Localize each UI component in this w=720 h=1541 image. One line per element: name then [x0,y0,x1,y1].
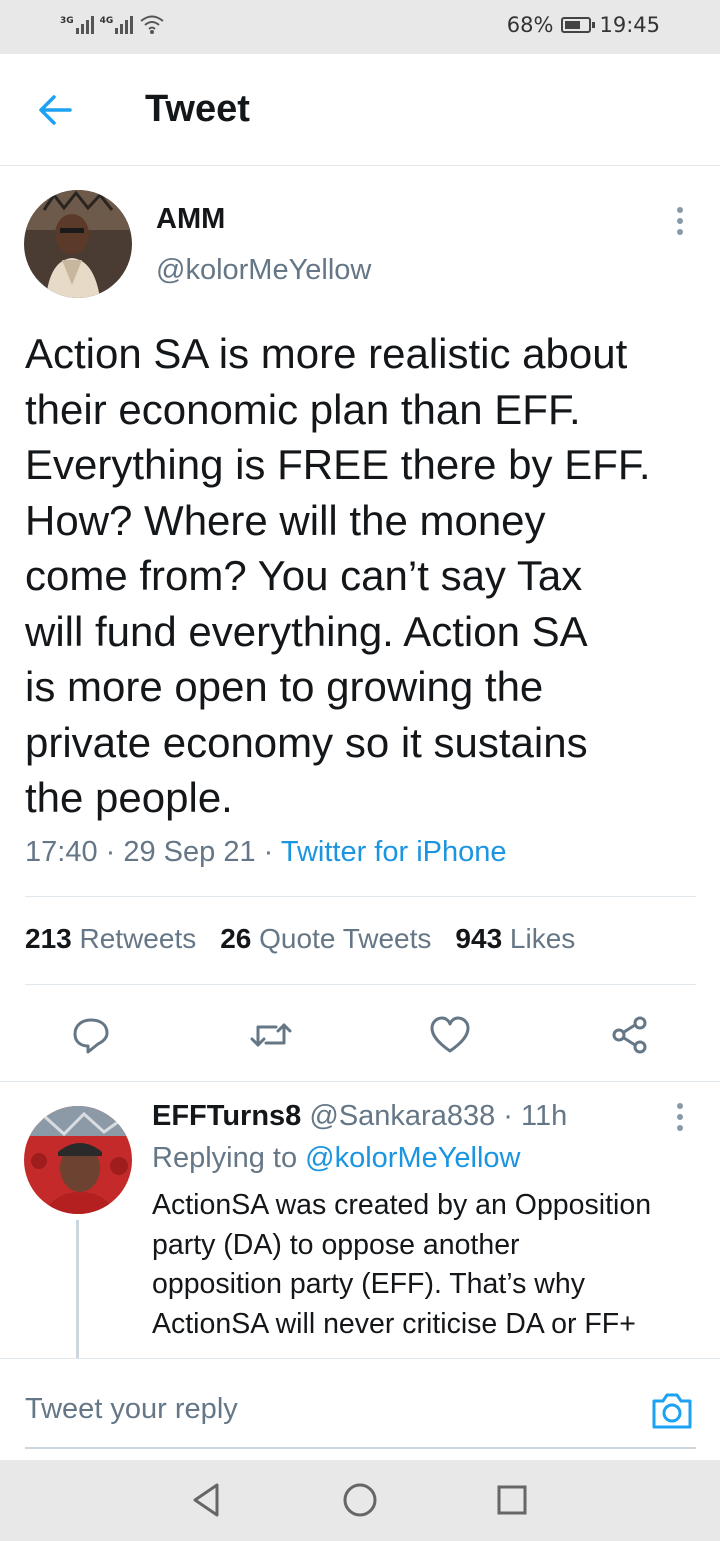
reply-author-avatar[interactable] [24,1106,132,1214]
wifi-icon [140,15,164,34]
page-title: Tweet [145,88,250,130]
reply-age: 11h [521,1100,568,1132]
author-name[interactable]: AMM [156,203,225,236]
thread-line [76,1220,79,1360]
retweet-icon [250,1023,292,1047]
signal-3g-icon: 3G [60,16,94,34]
reply-text: ActionSA was created by an Opposition pa… [152,1189,652,1340]
signal-4g-icon: 4G [100,16,134,34]
tweet-stats: 213 Retweets 26 Quote Tweets 943 Likes [25,923,575,955]
tweet-time: 17:40 [25,836,98,868]
compose-reply-bar: Tweet your reply [0,1358,720,1459]
likes-stat[interactable]: 943 Likes [455,923,575,955]
reply-button[interactable] [66,1010,116,1060]
divider [25,984,696,985]
reply-author-name[interactable]: EFFTurns8 [152,1100,301,1132]
share-button[interactable] [605,1010,655,1060]
nav-home-button[interactable] [338,1478,382,1522]
camera-button[interactable] [650,1389,694,1433]
replying-to: Replying to @kolorMeYellow [152,1142,521,1174]
author-handle[interactable]: @kolorMeYellow [156,254,371,287]
battery-percent: 68% [506,13,554,37]
reply-input[interactable]: Tweet your reply [25,1393,238,1426]
more-options-button[interactable] [665,199,695,243]
share-icon [612,1016,647,1054]
signal-indicators: 3G 4G [60,14,165,34]
tweet-text: Action SA is more realistic about their … [25,330,651,821]
author-avatar[interactable] [24,190,132,298]
square-recents-icon [497,1485,527,1515]
reply-author-handle[interactable]: @Sankara838 [309,1100,495,1132]
top-bar: Tweet [0,54,720,166]
replying-to-mention[interactable]: @kolorMeYellow [305,1142,520,1174]
like-button[interactable] [425,1010,475,1060]
divider [25,896,696,897]
section-divider [0,1081,720,1082]
back-button[interactable] [30,88,80,132]
triangle-back-icon [193,1483,219,1517]
status-bar: 3G 4G 68% 19:45 [0,0,720,54]
reply-input-underline [25,1447,696,1449]
status-right: 68% 19:45 [507,13,660,37]
retweet-button[interactable] [246,1010,296,1060]
like-icon [430,1016,470,1053]
arrow-left-icon [39,95,72,125]
tweet-actions [0,1010,720,1060]
quote-tweets-stat[interactable]: 26 Quote Tweets [220,923,431,955]
retweets-stat[interactable]: 213 Retweets [25,923,196,955]
nav-recents-button[interactable] [490,1478,534,1522]
system-nav-bar [0,1460,720,1541]
clock: 19:45 [599,13,660,37]
camera-icon [652,1393,692,1429]
nav-back-button[interactable] [184,1478,228,1522]
reply-more-options-button[interactable] [665,1095,695,1139]
tweet-source-link[interactable]: Twitter for iPhone [281,836,507,868]
reply-header: EFFTurns8 @Sankara838 · 11h [152,1100,568,1132]
battery-icon [561,17,596,33]
circle-home-icon [343,1483,377,1517]
tweet-meta: 17:40 · 29 Sep 21 · Twitter for iPhone [25,836,507,868]
tweet-date: 29 Sep 21 [123,836,256,868]
reply-icon [73,1018,109,1054]
